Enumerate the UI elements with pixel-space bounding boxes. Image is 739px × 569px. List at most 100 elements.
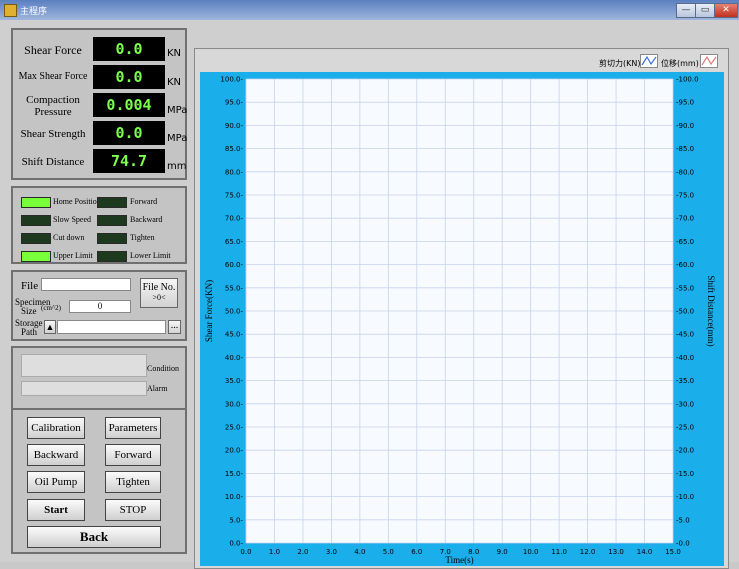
x-tick-label: 12.0	[580, 548, 596, 556]
y-left-tick-label: 80.0-	[225, 168, 244, 176]
y-left-tick-label: 10.0-	[225, 493, 244, 501]
y-right-tick-label: -65.0	[676, 238, 694, 246]
upper-limit-led	[21, 251, 51, 262]
y-right-axis-label: Shift Distance(mm)	[706, 275, 716, 346]
home-position-label: Home Position	[53, 197, 101, 206]
window-title: 主程序	[20, 7, 48, 17]
shift-distance-label: Shift Distance	[21, 156, 85, 168]
shear-strength-display: 0.0	[93, 121, 165, 145]
y-left-tick-label: 0.0-	[229, 540, 243, 548]
minimize-button[interactable]: —	[676, 3, 696, 18]
y-left-tick-label: 55.0-	[225, 284, 244, 292]
tighten-button[interactable]: Tighten	[105, 471, 161, 493]
y-right-tick-label: -0.0	[676, 540, 690, 548]
cut-down-led	[21, 233, 51, 244]
x-tick-label: 0.0	[240, 548, 251, 556]
maximize-button[interactable]: ▭	[695, 3, 715, 18]
y-right-tick-label: -75.0	[676, 192, 694, 200]
slow-speed-label: Slow Speed	[53, 215, 91, 224]
x-tick-label: 3.0	[326, 548, 337, 556]
forward-led	[97, 197, 127, 208]
specimen-unit: (cm^2)	[41, 304, 61, 312]
chart-frame: 0.0 1.0 2.0 3.0 4.0 5.0 6.0 7.0 8.0 9.0 10.0 11.0 12…	[200, 72, 724, 566]
close-button[interactable]: ✕	[714, 3, 738, 18]
storage-path-label: Path	[21, 327, 38, 337]
y-left-axis-label: Shear Force(KN)	[204, 280, 214, 342]
y-left-tick-label: 100.0-	[220, 76, 243, 84]
alarm-display	[21, 381, 147, 396]
y-right-tick-label: -100.0	[676, 76, 699, 84]
y-left-tick-label: 65.0-	[225, 238, 244, 246]
calibration-button[interactable]: Calibration	[27, 417, 85, 439]
lower-limit-led	[97, 251, 127, 262]
backward-label: Backward	[130, 215, 163, 224]
browse-button[interactable]: ...	[168, 320, 181, 334]
y-right-tick-label: -10.0	[676, 493, 694, 501]
home-position-led	[21, 197, 51, 208]
y-left-tick-label: 90.0-	[225, 122, 244, 130]
cut-down-label: Cut down	[53, 233, 85, 242]
y-left-tick-label: 45.0-	[225, 331, 244, 339]
shear-force-unit: KN	[167, 48, 182, 59]
x-tick-label: 5.0	[383, 548, 394, 556]
forward-button[interactable]: Forward	[105, 444, 161, 466]
y-left-tick-label: 30.0-	[225, 400, 244, 408]
condition-display	[21, 354, 147, 377]
legend-shift-distance-label: 位移(mm)	[661, 59, 699, 68]
shear-strength-label: Shear Strength	[20, 128, 86, 140]
legend-shift-distance-icon	[700, 54, 718, 68]
indicators-panel: Home Position Forward Slow Speed Backwar…	[11, 186, 187, 264]
x-axis-label: Time(s)	[445, 555, 473, 565]
file-panel: File Specimen Size (cm^2) 0 File No. >0<…	[11, 270, 187, 341]
shift-distance-display: 74.7	[93, 149, 165, 173]
y-right-tick-label: -35.0	[676, 377, 694, 385]
compaction-pressure-display: 0.004	[93, 93, 165, 117]
specimen-size-input[interactable]: 0	[69, 300, 131, 313]
y-left-tick-label: 50.0-	[225, 308, 244, 316]
file-label: File	[21, 280, 39, 292]
file-no-value: >0<	[152, 293, 166, 302]
y-right-tick-label: -85.0	[676, 145, 694, 153]
x-tick-label: 2.0	[297, 548, 308, 556]
lower-limit-label: Lower Limit	[130, 251, 171, 260]
condition-label: Condition	[147, 364, 180, 373]
forward-label: Forward	[130, 197, 158, 206]
y-left-tick-label: 20.0-	[225, 447, 244, 455]
specimen-size-label: Size	[21, 306, 37, 316]
compaction-pressure-label-2: Pressure	[34, 106, 72, 118]
y-right-tick-label: -60.0	[676, 261, 694, 269]
max-shear-force-unit: KN	[167, 77, 182, 88]
shift-distance-unit: mm	[167, 161, 187, 172]
y-right-tick-label: -30.0	[676, 400, 694, 408]
chart-panel: 剪切力(KN) 位移(mm) 0.0 1.0 2.0 3.0 4.0 5.0 6.0 7.0 8…	[194, 48, 729, 569]
x-tick-label: 15.0	[665, 548, 681, 556]
x-tick-label: 10.0	[523, 548, 539, 556]
y-left-tick-label: 35.0-	[225, 377, 244, 385]
start-button[interactable]: Start	[27, 499, 85, 521]
back-button[interactable]: Back	[27, 526, 161, 548]
oil-pump-button[interactable]: Oil Pump	[27, 471, 85, 493]
stop-button[interactable]: STOP	[105, 499, 161, 521]
max-shear-force-label: Max Shear Force	[18, 71, 88, 82]
slow-speed-led	[21, 215, 51, 226]
y-right-tick-label: -70.0	[676, 215, 694, 223]
x-tick-label: 11.0	[551, 548, 567, 556]
compaction-pressure-label-1: Compaction	[26, 94, 80, 106]
x-tick-label: 13.0	[608, 548, 624, 556]
compaction-pressure-unit: MPa	[167, 105, 188, 116]
y-left-tick-label: 85.0-	[225, 145, 244, 153]
parameters-button[interactable]: Parameters	[105, 417, 161, 439]
x-tick-label: 6.0	[411, 548, 422, 556]
y-left-tick-label: 40.0-	[225, 354, 244, 362]
backward-button[interactable]: Backward	[27, 444, 85, 466]
file-no-button[interactable]: File No. >0<	[140, 278, 178, 308]
storage-path-input[interactable]	[57, 320, 166, 334]
y-right-tick-label: -50.0	[676, 308, 694, 316]
path-menu-icon[interactable]: ▲	[44, 320, 56, 334]
file-name-input[interactable]	[41, 278, 131, 291]
y-right-tick-label: -45.0	[676, 331, 694, 339]
y-right-tick-label: -15.0	[676, 470, 694, 478]
measurements-panel: Shear Force 0.0 KN Max Shear Force 0.0 K…	[11, 28, 187, 180]
y-right-tick-label: -25.0	[676, 424, 694, 432]
x-tick-label: 9.0	[497, 548, 508, 556]
